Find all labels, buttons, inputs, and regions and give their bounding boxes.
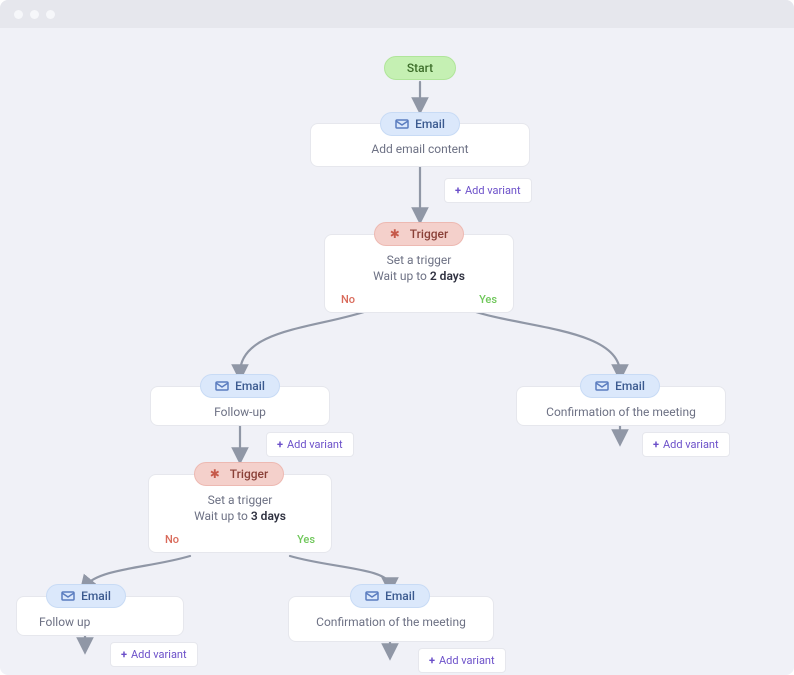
start-node[interactable]: Start xyxy=(384,56,456,80)
plus-icon: + xyxy=(455,184,461,197)
add-variant-label: Add variant xyxy=(663,438,719,451)
asterisk-icon: ✱ xyxy=(210,467,224,481)
add-variant-button-confirm2[interactable]: + Add variant xyxy=(418,648,506,673)
add-variant-label: Add variant xyxy=(131,648,187,661)
titlebar xyxy=(0,0,794,28)
trigger1-no-label: No xyxy=(341,293,355,306)
add-variant-button-followup[interactable]: + Add variant xyxy=(266,432,354,457)
mail-icon xyxy=(365,591,379,601)
confirm1-pill-label: Email xyxy=(615,379,645,393)
add-variant-button-confirm1[interactable]: + Add variant xyxy=(642,432,730,457)
add-variant-label: Add variant xyxy=(287,438,343,451)
window-control-dot xyxy=(14,10,23,19)
asterisk-icon: ✱ xyxy=(390,227,404,241)
email-pill-followup2[interactable]: Email xyxy=(46,584,126,608)
email1-body: Add email content xyxy=(321,142,519,156)
trigger2-no-label: No xyxy=(165,533,179,546)
add-variant-label: Add variant xyxy=(439,654,495,667)
window-control-dot xyxy=(30,10,39,19)
email-pill-followup[interactable]: Email xyxy=(200,374,280,398)
trigger2-pill-label: Trigger xyxy=(230,467,268,481)
plus-icon: + xyxy=(121,648,127,661)
trigger-pill-1[interactable]: ✱ Trigger xyxy=(374,222,464,246)
mail-icon xyxy=(595,381,609,391)
confirm1-body: Confirmation of the meeting xyxy=(527,405,715,419)
window-control-dot xyxy=(46,10,55,19)
app-window: Start Add email content Email + Add vari… xyxy=(0,0,794,675)
followup-body: Follow-up xyxy=(161,405,319,419)
email-pill-1[interactable]: Email xyxy=(380,112,460,136)
plus-icon: + xyxy=(653,438,659,451)
email1-pill-label: Email xyxy=(415,117,445,131)
confirm2-body: Confirmation of the meeting xyxy=(299,615,483,629)
trigger2-days: 3 days xyxy=(251,509,286,523)
trigger2-wait-prefix: Wait up to xyxy=(194,509,248,523)
plus-icon: + xyxy=(277,438,283,451)
trigger-pill-2[interactable]: ✱ Trigger xyxy=(194,462,284,486)
followup2-pill-label: Email xyxy=(81,589,111,603)
plus-icon: + xyxy=(429,654,435,667)
flow-canvas[interactable]: Start Add email content Email + Add vari… xyxy=(0,28,794,675)
trigger1-wait-prefix: Wait up to xyxy=(373,269,427,283)
add-variant-button-1[interactable]: + Add variant xyxy=(444,178,532,203)
trigger1-days: 2 days xyxy=(430,269,465,283)
mail-icon xyxy=(395,119,409,129)
mail-icon xyxy=(215,381,229,391)
trigger1-body: Set a trigger xyxy=(335,253,503,267)
confirm2-pill-label: Email xyxy=(385,589,415,603)
start-label: Start xyxy=(407,61,433,75)
followup-pill-label: Email xyxy=(235,379,265,393)
mail-icon xyxy=(61,591,75,601)
trigger1-pill-label: Trigger xyxy=(410,227,448,241)
add-variant-label: Add variant xyxy=(465,184,521,197)
trigger1-yes-label: Yes xyxy=(479,293,497,306)
followup2-body: Follow up xyxy=(39,615,173,629)
email-pill-confirm2[interactable]: Email xyxy=(350,584,430,608)
email-pill-confirm1[interactable]: Email xyxy=(580,374,660,398)
trigger2-yes-label: Yes xyxy=(297,533,315,546)
add-variant-button-followup2[interactable]: + Add variant xyxy=(110,642,198,667)
trigger2-body: Set a trigger xyxy=(159,493,321,507)
